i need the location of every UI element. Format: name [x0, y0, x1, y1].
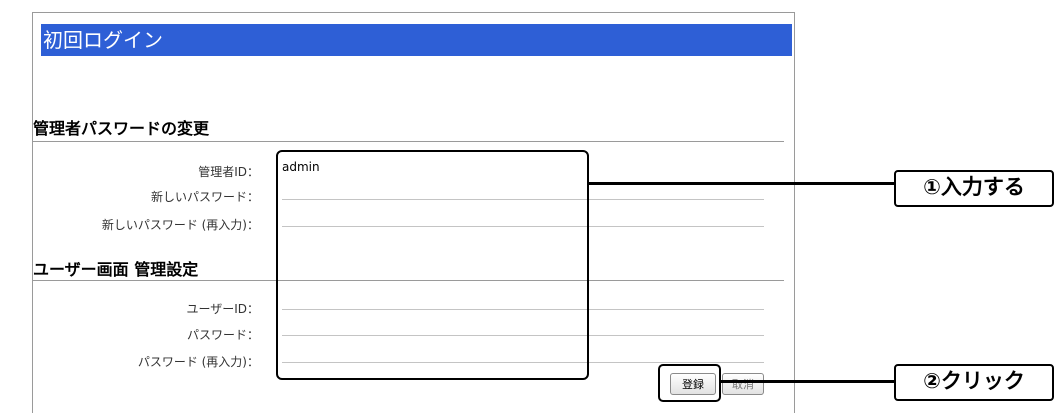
step1-callout: ①入力する	[894, 170, 1054, 207]
step2-callout: ②クリック	[894, 364, 1054, 401]
new-password-label: 新しいパスワード：	[150, 190, 259, 204]
user-section-title: ユーザー画面 管理設定	[33, 260, 199, 279]
input-highlight-frame	[276, 150, 589, 380]
cancel-button[interactable]: 取消	[722, 373, 764, 395]
step1-connector-line	[589, 182, 895, 185]
admin-section-divider	[33, 141, 784, 142]
user-id-label: ユーザーID：	[186, 302, 259, 316]
user-password-label: パスワード：	[186, 328, 259, 342]
user-password-confirm-label: パスワード (再入力)：	[137, 355, 259, 369]
button-highlight-frame	[658, 364, 721, 402]
step2-connector-line	[721, 380, 895, 383]
admin-id-label: 管理者ID：	[198, 165, 259, 179]
page-title: 初回ログイン	[41, 24, 792, 56]
new-password-confirm-label: 新しいパスワード (再入力)：	[101, 218, 259, 232]
admin-section-title: 管理者パスワードの変更	[33, 119, 210, 138]
